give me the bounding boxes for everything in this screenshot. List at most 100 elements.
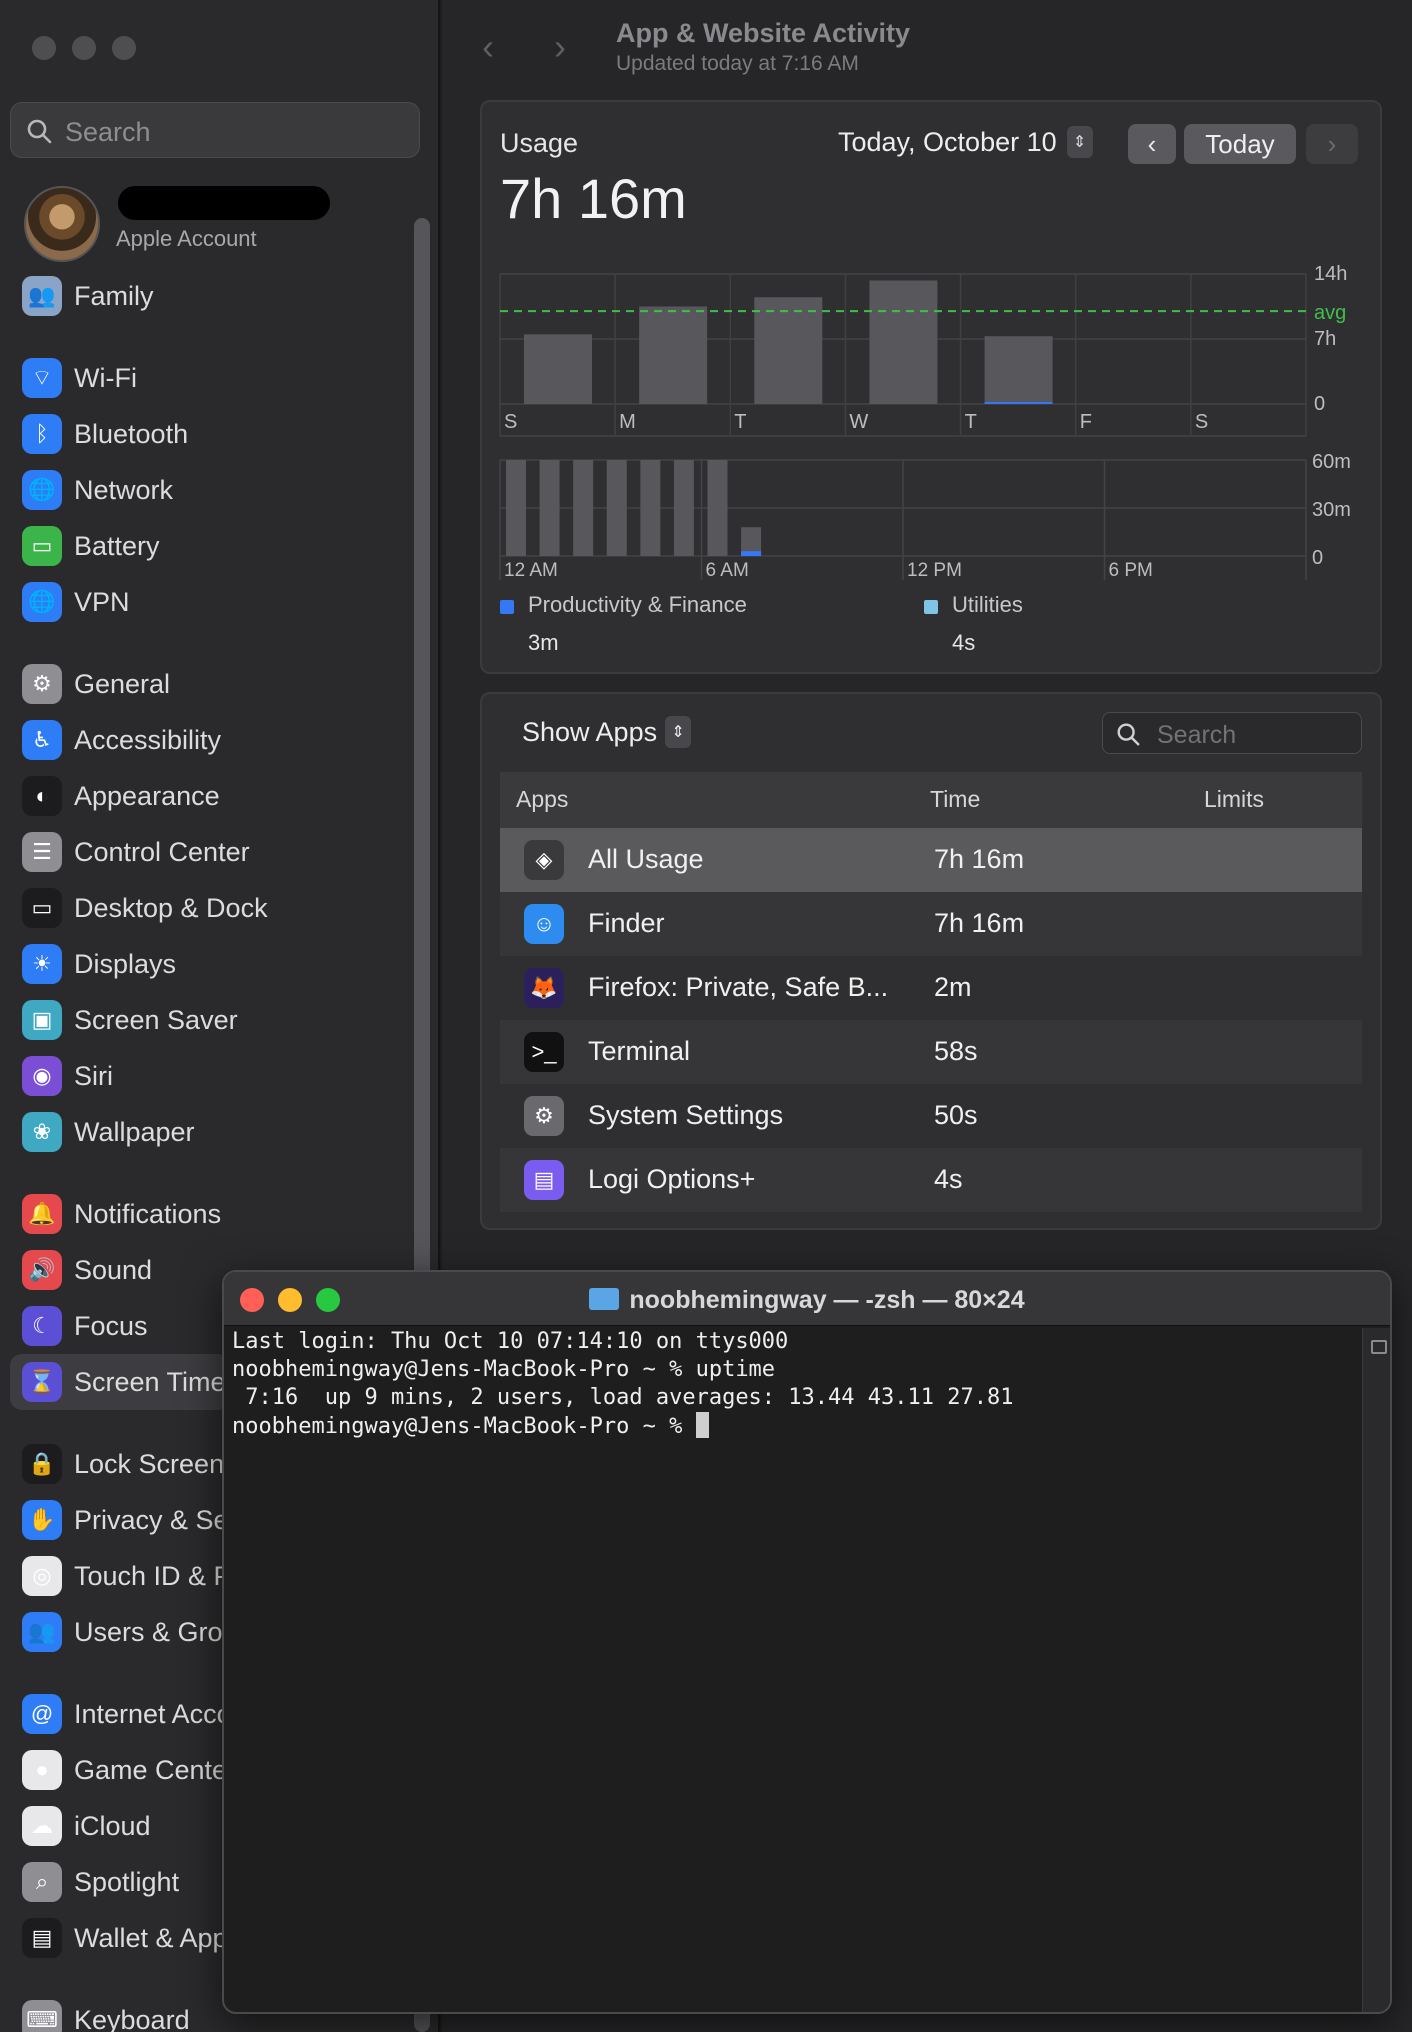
table-row[interactable]: ⚙ System Settings 50s <box>500 1084 1362 1148</box>
sidebar-item-family[interactable]: 👥 Family <box>22 270 422 322</box>
hourly-bar <box>539 460 560 556</box>
apps-search-input[interactable]: Search <box>1102 712 1362 754</box>
sidebar-item-bluetooth[interactable]: ᛒ Bluetooth <box>22 408 422 460</box>
sidebar-item-general[interactable]: ⚙ General <box>22 658 422 710</box>
battery-icon: ▭ <box>22 526 62 566</box>
hourly-bar <box>640 460 661 556</box>
game-center-icon: ● <box>22 1750 62 1790</box>
y-tick-label: 30m <box>1312 499 1351 521</box>
privacy-hand-icon: ✋ <box>22 1500 62 1540</box>
sidebar-item-wallpaper[interactable]: ❀ Wallpaper <box>22 1106 422 1158</box>
spotlight-search-icon: ⌕ <box>22 1862 62 1902</box>
x-tick-label: W <box>849 411 868 433</box>
legend-name: Utilities <box>952 592 1023 617</box>
table-body: ◈ All Usage 7h 16m ☺ Finder 7h 16m 🦊 Firefox: P… <box>500 828 1362 1212</box>
sidebar-item-desktop-dock[interactable]: ▭ Desktop & Dock <box>22 882 422 934</box>
up-down-stepper-icon[interactable]: ⇕ <box>1066 126 1093 158</box>
today-button[interactable]: Today <box>1184 124 1296 164</box>
column-header-limits[interactable]: Limits <box>1204 786 1264 813</box>
appearance-icon: ◐ <box>22 776 62 816</box>
sidebar-item-screen-time[interactable]: ⌛ Screen Time <box>10 1354 230 1410</box>
terminal-line: 7:16 up 9 mins, 2 users, load averages: … <box>232 1385 1014 1410</box>
sidebar-item-label: Lock Screen <box>74 1448 225 1479</box>
sidebar-item-battery[interactable]: ▭ Battery <box>22 520 422 572</box>
apps-card: Show Apps ⇕ Search Apps Time Limits ◈ All… <box>480 692 1382 1230</box>
terminal-titlebar[interactable]: noobhemingway — -zsh — 80×24 <box>224 1272 1390 1326</box>
show-apps-popup[interactable]: Show Apps ⇕ <box>522 716 692 748</box>
search-icon <box>1117 723 1140 746</box>
displays-sun-icon: ☀ <box>22 944 62 984</box>
sidebar-item-vpn[interactable]: 🌐 VPN <box>22 576 422 628</box>
sidebar-item-label: Siri <box>74 1060 113 1091</box>
table-row[interactable]: 🦊 Firefox: Private, Safe B... 2m <box>500 956 1362 1020</box>
column-header-time[interactable]: Time <box>930 786 980 813</box>
app-name: Logi Options+ <box>588 1164 756 1194</box>
sidebar-item-siri[interactable]: ◉ Siri <box>22 1050 422 1102</box>
sidebar-item-label: Screen Saver <box>74 1004 238 1035</box>
split-pane-icon[interactable] <box>1371 1340 1387 1354</box>
terminal-scrollbar[interactable] <box>1362 1328 1390 2012</box>
siri-icon: ◉ <box>22 1056 62 1096</box>
hourly-usage-chart: 60m 30m 0 12 AM 6 AM 12 PM 6 PM <box>499 451 1351 581</box>
hourly-bar <box>673 460 694 556</box>
average-label: avg <box>1314 302 1346 324</box>
next-day-button[interactable]: › <box>1306 124 1358 164</box>
x-tick-label: T <box>734 411 746 433</box>
back-chevron-icon[interactable]: ‹ <box>482 26 494 68</box>
forward-chevron-icon[interactable]: › <box>554 26 566 68</box>
table-row[interactable]: ◈ All Usage 7h 16m <box>500 828 1362 892</box>
sidebar-item-notifications[interactable]: 🔔 Notifications <box>22 1188 422 1240</box>
y-tick-label: 7h <box>1314 328 1336 350</box>
sidebar-item-screen-saver[interactable]: ▣ Screen Saver <box>22 994 422 1046</box>
sidebar-item-appearance[interactable]: ◐ Appearance <box>22 770 422 822</box>
search-placeholder: Search <box>1157 721 1237 749</box>
terminal-text-area[interactable]: Last login: Thu Oct 10 07:14:10 on ttys0… <box>232 1328 1352 2008</box>
date-picker-value: Today, October 10 <box>838 126 1057 157</box>
sidebar-item-label: Battery <box>74 530 160 561</box>
sidebar-item-displays[interactable]: ☀ Displays <box>22 938 422 990</box>
sidebar-search-input[interactable]: Search <box>10 102 420 158</box>
hourly-bar <box>573 460 594 556</box>
sidebar-item-label: Game Center <box>74 1754 237 1785</box>
table-row[interactable]: >_ Terminal 58s <box>500 1020 1362 1084</box>
terminal-prompt: noobhemingway@Jens-MacBook-Pro ~ % <box>232 1414 696 1439</box>
sidebar-item-label: General <box>74 668 171 699</box>
sound-speaker-icon: 🔊 <box>22 1250 62 1290</box>
previous-day-button[interactable]: ‹ <box>1128 124 1176 164</box>
sidebar-item-label: Displays <box>74 948 177 979</box>
app-time: 58s <box>934 1036 978 1066</box>
window-minimize-button[interactable] <box>72 36 96 60</box>
terminal-line: Last login: Thu Oct 10 07:14:10 on ttys0… <box>232 1329 789 1354</box>
weekly-usage-chart: avg 14h 7h 0 S M T W T F S <box>499 263 1347 437</box>
terminal-icon: >_ <box>524 1032 564 1072</box>
x-tick-label: 12 AM <box>504 560 558 581</box>
sidebar-item-label: Wi-Fi <box>74 362 137 393</box>
apple-account-row[interactable]: Apple Account <box>20 182 420 262</box>
finder-icon: ☺ <box>524 904 564 944</box>
table-row[interactable]: ▤ Logi Options+ 4s <box>500 1148 1362 1212</box>
sidebar-item-network[interactable]: 🌐 Network <box>22 464 422 516</box>
search-placeholder: Search <box>65 117 151 147</box>
window-close-button[interactable] <box>32 36 56 60</box>
sidebar-item-control-center[interactable]: ☰ Control Center <box>22 826 422 878</box>
app-name: Finder <box>588 908 665 938</box>
sidebar-item-label: Wallpaper <box>74 1116 195 1147</box>
account-subtitle: Apple Account <box>116 226 257 251</box>
desktop-dock-icon: ▭ <box>22 888 62 928</box>
hourly-bar <box>707 460 728 556</box>
app-name: Firefox: Private, Safe B... <box>588 972 889 1002</box>
sidebar-item-label: Spotlight <box>74 1866 180 1897</box>
usage-total: 7h 16m <box>500 167 687 230</box>
sidebar-item-label: Desktop & Dock <box>74 892 268 923</box>
date-picker[interactable]: Today, October 10 ⇕ <box>838 126 1093 158</box>
weekly-bar <box>984 336 1053 404</box>
sidebar-item-wi-fi[interactable]: ⌔ Wi-Fi <box>22 352 422 404</box>
sidebar-item-accessibility[interactable]: ♿ Accessibility <box>22 714 422 766</box>
sidebar-item-label: Keyboard <box>74 2004 190 2032</box>
app-time: 7h 16m <box>934 908 1025 938</box>
window-zoom-button[interactable] <box>112 36 136 60</box>
table-row[interactable]: ☺ Finder 7h 16m <box>500 892 1362 956</box>
all-usage-stack-icon: ◈ <box>524 840 564 880</box>
app-name: Terminal <box>588 1036 691 1066</box>
column-header-apps[interactable]: Apps <box>516 786 568 813</box>
